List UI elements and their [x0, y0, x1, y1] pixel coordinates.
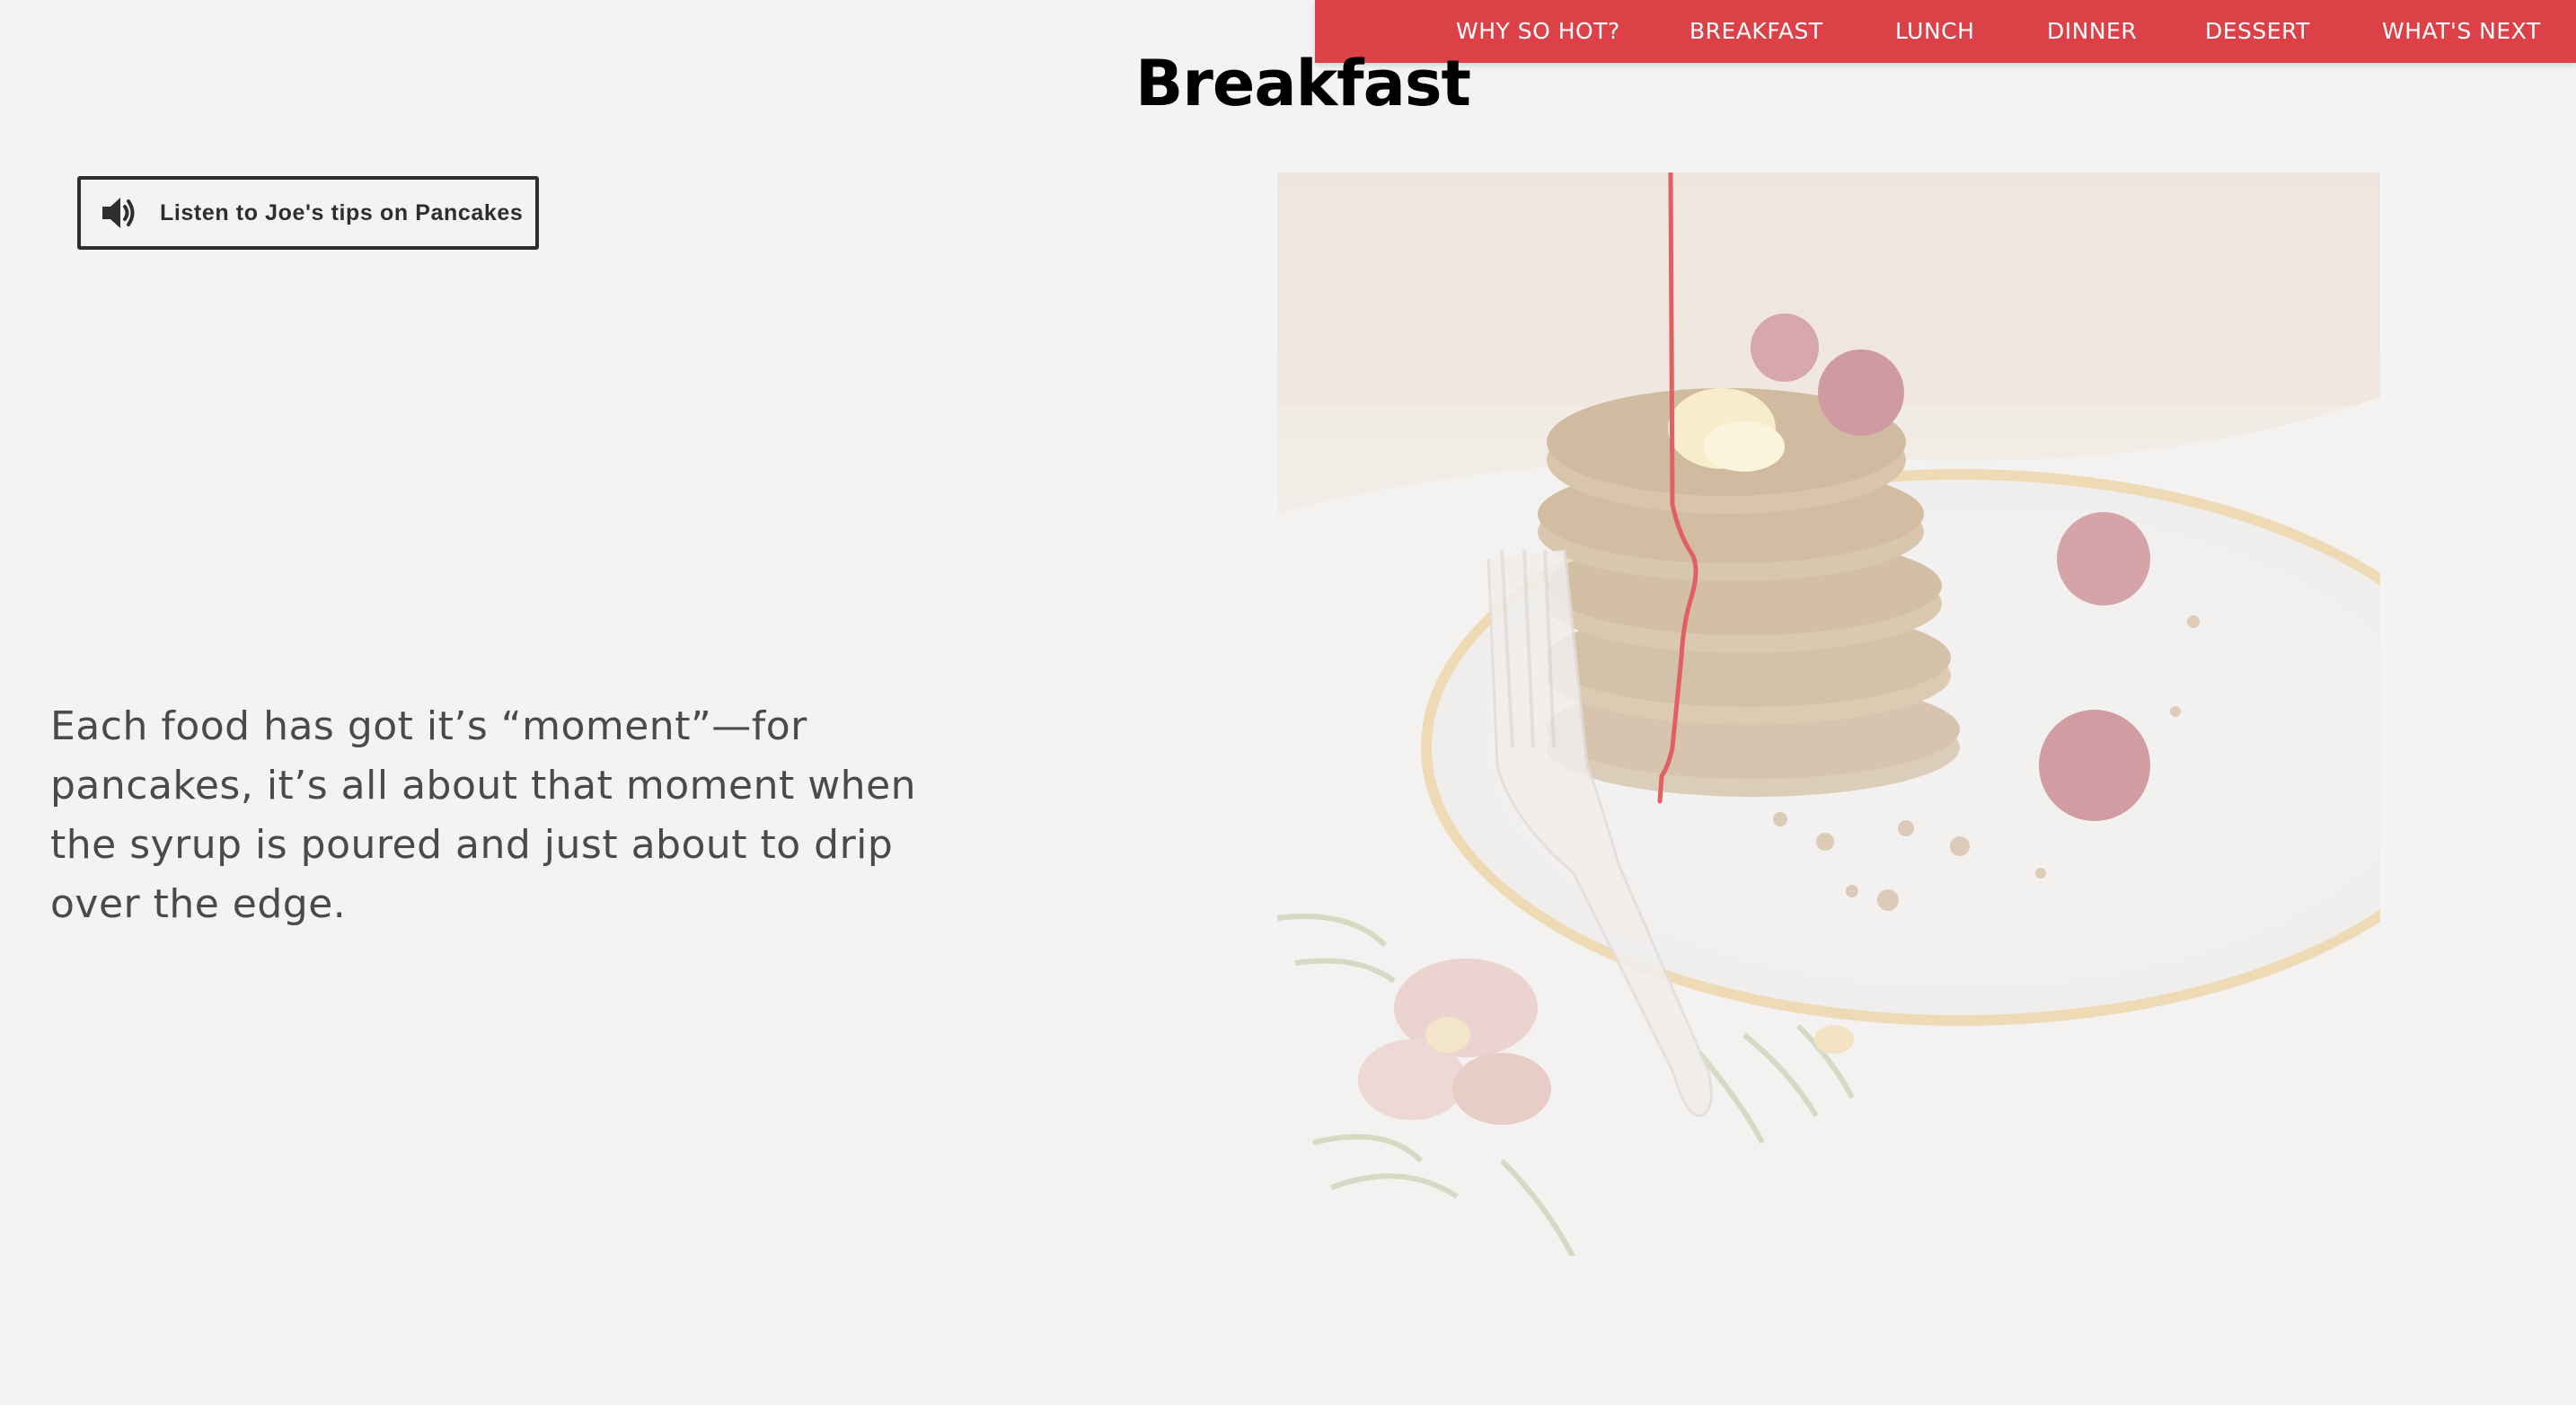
nav-item-dinner[interactable]: DINNER	[2047, 18, 2137, 44]
nav-item-lunch[interactable]: LUNCH	[1895, 18, 1974, 44]
pancake-stack-photo	[1277, 172, 2380, 1256]
listen-audio-label: Listen to Joe's tips on Pancakes	[160, 199, 524, 225]
intro-paragraph: Each food has got it’s “moment”—for panc…	[50, 703, 917, 927]
top-navigation: WHY SO HOT? BREAKFAST LUNCH DINNER DESSE…	[1315, 0, 2576, 63]
nav-item-breakfast[interactable]: BREAKFAST	[1689, 18, 1823, 44]
page-title: Breakfast	[1135, 47, 1471, 120]
nav-item-dessert[interactable]: DESSERT	[2205, 18, 2310, 44]
nav-item-why-so-hot[interactable]: WHY SO HOT?	[1456, 18, 1620, 44]
nav-item-whats-next[interactable]: WHAT'S NEXT	[2382, 18, 2541, 44]
listen-audio-button[interactable]: Listen to Joe's tips on Pancakes	[77, 176, 539, 250]
speaker-icon	[101, 196, 138, 230]
